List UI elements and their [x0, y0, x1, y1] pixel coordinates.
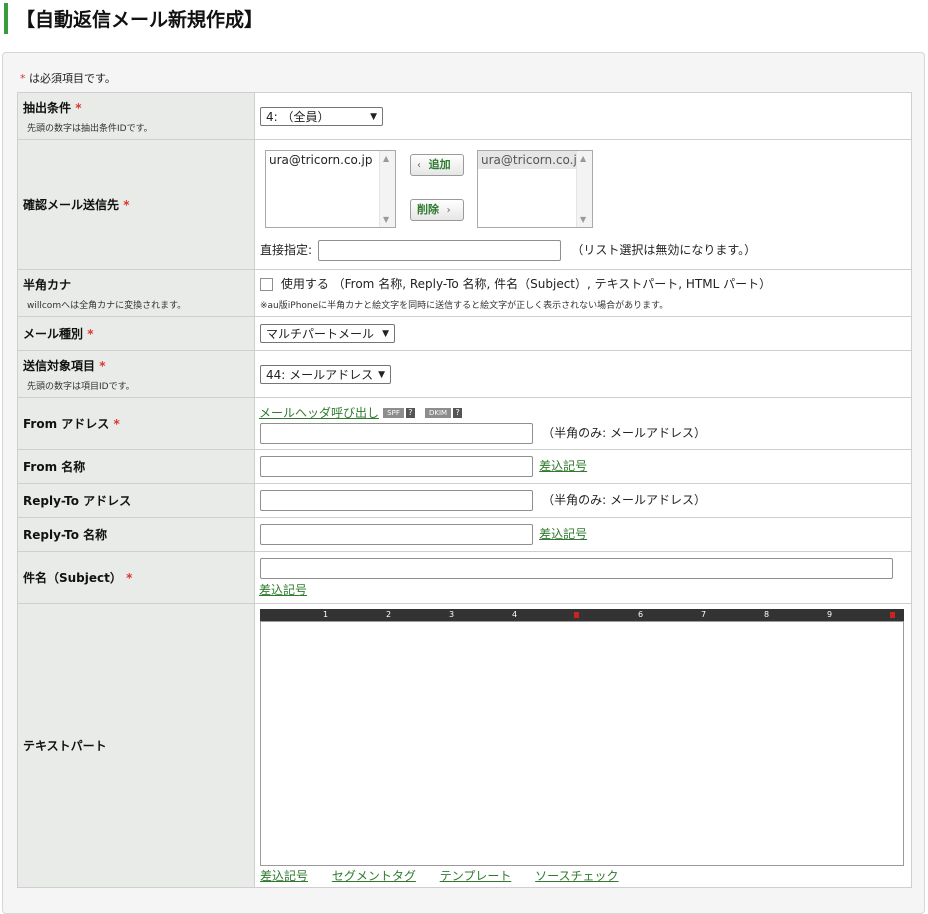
remove-button[interactable]: 削除 ›	[410, 199, 464, 221]
extraction-select[interactable]: 4: （全員） ▼	[260, 106, 383, 126]
reply-name-input[interactable]	[260, 524, 533, 545]
column-ruler: 1 2 3 4 6 7 8 9	[260, 609, 904, 621]
from-address-row: （半角のみ: メールアドレス）	[259, 422, 911, 444]
row-reply-name: Reply-To 名称 差込記号	[17, 517, 912, 552]
available-address-list[interactable]: ura@tricorn.co.jp ▲ ▼	[265, 150, 396, 228]
insert-symbol-link[interactable]: 差込記号	[260, 869, 308, 883]
spf-badge: SPF	[383, 408, 404, 418]
direct-address-row: 直接指定: （リスト選択は無効になります。）	[260, 240, 756, 261]
row-text-part: テキストパート 1 2 3 4 6 7 8 9 差込記号 セグメントタグ テンプ…	[17, 603, 912, 888]
label-from-address: From アドレス *	[17, 397, 255, 450]
from-address-input[interactable]	[260, 422, 533, 444]
kana-note: ※au版iPhoneに半角カナと絵文字を同時に送信すると絵文字が正しく表示されな…	[260, 301, 669, 311]
label-reply-address: Reply-To アドレス	[17, 483, 255, 518]
target-item-select[interactable]: 44: メールアドレス ▼	[260, 364, 391, 384]
label-confirm: 確認メール送信先 *	[17, 139, 255, 270]
form-table: 抽出条件 * 先頭の数字は抽出条件IDです。 4: （全員） ▼ 確認メール送信…	[17, 92, 912, 888]
row-from-name: From 名称 差込記号	[17, 449, 912, 484]
list-item[interactable]: ura@tricorn.co.jp	[266, 151, 395, 169]
label-mail-type: メール種別 *	[17, 316, 255, 351]
from-name-insert-link[interactable]: 差込記号	[539, 459, 587, 473]
segment-tag-link[interactable]: セグメントタグ	[332, 869, 416, 883]
subject-input[interactable]	[260, 557, 893, 579]
page-header: 【自動返信メール新規作成】	[0, 0, 928, 40]
label-subject: 件名（Subject） *	[17, 551, 255, 604]
ruler-marker	[890, 612, 895, 618]
reply-address-input[interactable]	[260, 490, 533, 511]
label-text-part: テキストパート	[17, 603, 255, 888]
row-extraction: 抽出条件 * 先頭の数字は抽出条件IDです。 4: （全員） ▼	[17, 92, 912, 140]
label-from-name: From 名称	[17, 449, 255, 484]
subject-insert-link[interactable]: 差込記号	[259, 583, 307, 597]
row-mail-type: メール種別 * マルチパートメール ▼	[17, 316, 912, 351]
spf-help-icon[interactable]: ?	[405, 408, 415, 418]
mail-type-select[interactable]: マルチパートメール ▼	[260, 324, 395, 343]
page-title: 【自動返信メール新規作成】	[16, 9, 264, 31]
label-kana: 半角カナ willcomへは全角カナに変換されます。	[17, 269, 255, 317]
scroll-down-icon[interactable]: ▼	[383, 215, 389, 224]
from-name-input[interactable]	[260, 456, 533, 477]
header-tools: メールヘッダ呼び出し SPF? DKIM?	[259, 404, 911, 421]
kana-option: 使用する （From 名称, Reply-To 名称, 件名（Subject）,…	[260, 275, 911, 292]
dropdown-arrow-icon: ▼	[370, 111, 377, 122]
label-reply-name: Reply-To 名称	[17, 517, 255, 552]
row-kana: 半角カナ willcomへは全角カナに変換されます。 使用する （From 名称…	[17, 269, 912, 317]
list-item[interactable]: ura@tricorn.co.jp	[478, 151, 592, 169]
kana-checkbox[interactable]	[260, 278, 273, 291]
scrollbar[interactable]: ▲ ▼	[576, 151, 592, 227]
selected-address-list[interactable]: ura@tricorn.co.jp ▲ ▼	[477, 150, 593, 228]
add-button[interactable]: ‹ 追加	[410, 154, 464, 176]
source-check-link[interactable]: ソースチェック	[535, 869, 618, 883]
dropdown-arrow-icon: ▼	[382, 329, 389, 339]
text-part-editor[interactable]	[260, 621, 904, 866]
scrollbar[interactable]: ▲ ▼	[379, 151, 395, 227]
required-note: * は必須項目です。	[20, 72, 116, 85]
scroll-up-icon[interactable]: ▲	[383, 154, 389, 163]
row-confirm: 確認メール送信先 * ura@tricorn.co.jp ▲ ▼ ‹ 追加 削除…	[17, 139, 912, 270]
row-subject: 件名（Subject） * 差込記号	[17, 551, 912, 604]
scroll-down-icon[interactable]: ▼	[580, 215, 586, 224]
row-from-address: From アドレス * メールヘッダ呼び出し SPF? DKIM? （半角のみ:…	[17, 397, 912, 450]
label-extraction: 抽出条件 * 先頭の数字は抽出条件IDです。	[17, 92, 255, 140]
dkim-help-icon[interactable]: ?	[453, 408, 463, 418]
template-link[interactable]: テンプレート	[440, 869, 512, 883]
label-target-item: 送信対象項目 * 先頭の数字は項目IDです。	[17, 350, 255, 398]
scroll-up-icon[interactable]: ▲	[580, 154, 586, 163]
direct-address-input[interactable]	[318, 240, 562, 261]
chevron-right-icon: ›	[446, 205, 451, 216]
reply-name-insert-link[interactable]: 差込記号	[539, 527, 587, 541]
dkim-badge: DKIM	[425, 408, 452, 418]
row-target-item: 送信対象項目 * 先頭の数字は項目IDです。 44: メールアドレス ▼	[17, 350, 912, 398]
row-reply-address: Reply-To アドレス （半角のみ: メールアドレス）	[17, 483, 912, 518]
dropdown-arrow-icon: ▼	[378, 369, 385, 380]
chevron-left-icon: ‹	[417, 160, 421, 171]
mail-header-link[interactable]: メールヘッダ呼び出し	[259, 406, 379, 420]
text-part-links: 差込記号 セグメントタグ テンプレート ソースチェック	[260, 867, 639, 884]
title-accent-bar	[4, 3, 8, 34]
ruler-marker	[574, 612, 579, 618]
